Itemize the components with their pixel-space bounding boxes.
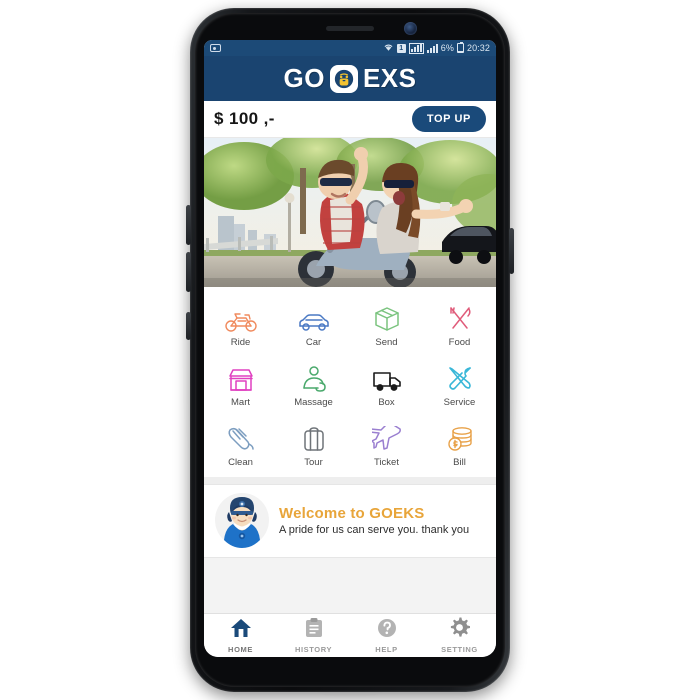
service-label: Mart: [231, 397, 250, 408]
clock-label: 20:32: [466, 43, 490, 53]
signal-bars-icon: [426, 43, 438, 53]
service-tile-food[interactable]: Food: [423, 296, 496, 350]
service-tile-bill[interactable]: Bill: [423, 416, 496, 470]
hero-banner[interactable]: [204, 138, 496, 287]
nav-label: HISTORY: [294, 644, 333, 654]
app-header: GO EXS: [204, 56, 496, 101]
truck-icon: [372, 362, 402, 392]
phone-screen: 1 6% 20:32 GO EXS $ 100 ,- TOP UP Ride C…: [204, 40, 496, 657]
service-tile-box[interactable]: Box: [350, 356, 423, 410]
service-label: Bill: [453, 457, 466, 468]
screenshot-root: 1 6% 20:32 GO EXS $ 100 ,- TOP UP Ride C…: [0, 0, 700, 700]
gear-icon: [449, 617, 470, 643]
nav-item-setting[interactable]: SETTING: [423, 614, 496, 657]
couple-riding-scooter-photo: [204, 138, 496, 287]
notification-count-badge: 1: [396, 43, 406, 53]
service-label: Send: [375, 337, 398, 348]
battery-percent-label: 6%: [440, 43, 454, 53]
service-grid-section: Ride Car Send Food Mart Massage Box Serv…: [204, 287, 496, 477]
service-label: Ticket: [374, 457, 399, 468]
suitcase-icon: [303, 422, 325, 452]
driver-avatar-icon: [214, 492, 270, 548]
service-tile-clean[interactable]: Clean: [204, 416, 277, 470]
top-up-button[interactable]: TOP UP: [411, 106, 486, 132]
service-tile-ticket[interactable]: Ticket: [350, 416, 423, 470]
nav-item-history[interactable]: HISTORY: [277, 614, 350, 657]
service-label: Tour: [304, 457, 323, 468]
content-filler: [204, 558, 496, 613]
wifi-icon: [383, 43, 394, 54]
nav-label: HELP: [375, 644, 398, 654]
home-icon: [230, 618, 252, 643]
battery-low-icon: [456, 42, 464, 53]
nav-item-help[interactable]: HELP: [350, 614, 423, 657]
welcome-card: Welcome to GOEKS A pride for us can serv…: [204, 484, 496, 558]
welcome-title: Welcome to GOEKS: [279, 504, 425, 522]
service-tile-service[interactable]: Service: [423, 356, 496, 410]
tools-icon: [446, 362, 474, 392]
store-icon: [227, 362, 255, 392]
clipboard-icon: [305, 617, 323, 643]
service-label: Ride: [230, 337, 251, 348]
service-tile-ride[interactable]: Ride: [204, 296, 277, 350]
service-label: Massage: [294, 397, 333, 408]
cleaning-hand-icon: [227, 422, 255, 452]
service-label: Service: [443, 397, 476, 408]
volume-up-button[interactable]: [186, 205, 191, 245]
service-label: Car: [305, 337, 322, 348]
service-tile-tour[interactable]: Tour: [277, 416, 350, 470]
welcome-text-block: Welcome to GOEKS A pride for us can serv…: [279, 505, 469, 536]
service-label: Food: [448, 337, 471, 348]
question-circle-icon: [377, 618, 397, 643]
nav-label: HOME: [228, 644, 253, 654]
logo-text-left: GO: [283, 63, 325, 93]
bixby-button[interactable]: [186, 312, 191, 340]
massage-icon: [300, 362, 328, 392]
front-camera: [404, 22, 417, 35]
bottom-navigation-bar: HOME HISTORY HELP SETTING: [204, 613, 496, 657]
fork-knife-icon: [447, 302, 473, 332]
nav-item-home[interactable]: HOME: [204, 614, 277, 657]
scooter-icon: [329, 64, 358, 93]
coins-icon: [447, 422, 473, 452]
nav-label: SETTING: [441, 645, 478, 654]
balance-bar: $ 100 ,- TOP UP: [204, 101, 496, 138]
service-tile-mart[interactable]: Mart: [204, 356, 277, 410]
section-divider: [204, 477, 496, 484]
service-tile-massage[interactable]: Massage: [277, 356, 350, 410]
power-button[interactable]: [509, 228, 514, 274]
motorcycle-icon: [224, 302, 257, 332]
airplane-icon: [371, 422, 402, 452]
balance-amount: $ 100 ,-: [214, 109, 275, 128]
service-label: Box: [378, 397, 395, 408]
earpiece-speaker: [326, 26, 374, 31]
welcome-subtitle: A pride for us can serve you. thank you: [279, 523, 470, 536]
volume-down-button[interactable]: [186, 252, 191, 292]
service-tile-send[interactable]: Send: [350, 296, 423, 350]
screenshot-icon: [210, 44, 221, 52]
service-grid: Ride Car Send Food Mart Massage Box Serv…: [204, 296, 496, 470]
logo-text-right: EXS: [362, 63, 417, 93]
signal-bars-boxed-icon: [408, 42, 424, 54]
service-label: Clean: [228, 457, 253, 468]
car-icon: [298, 302, 330, 332]
status-bar: 1 6% 20:32: [204, 40, 496, 56]
service-tile-car[interactable]: Car: [277, 296, 350, 350]
package-box-icon: [374, 302, 400, 332]
